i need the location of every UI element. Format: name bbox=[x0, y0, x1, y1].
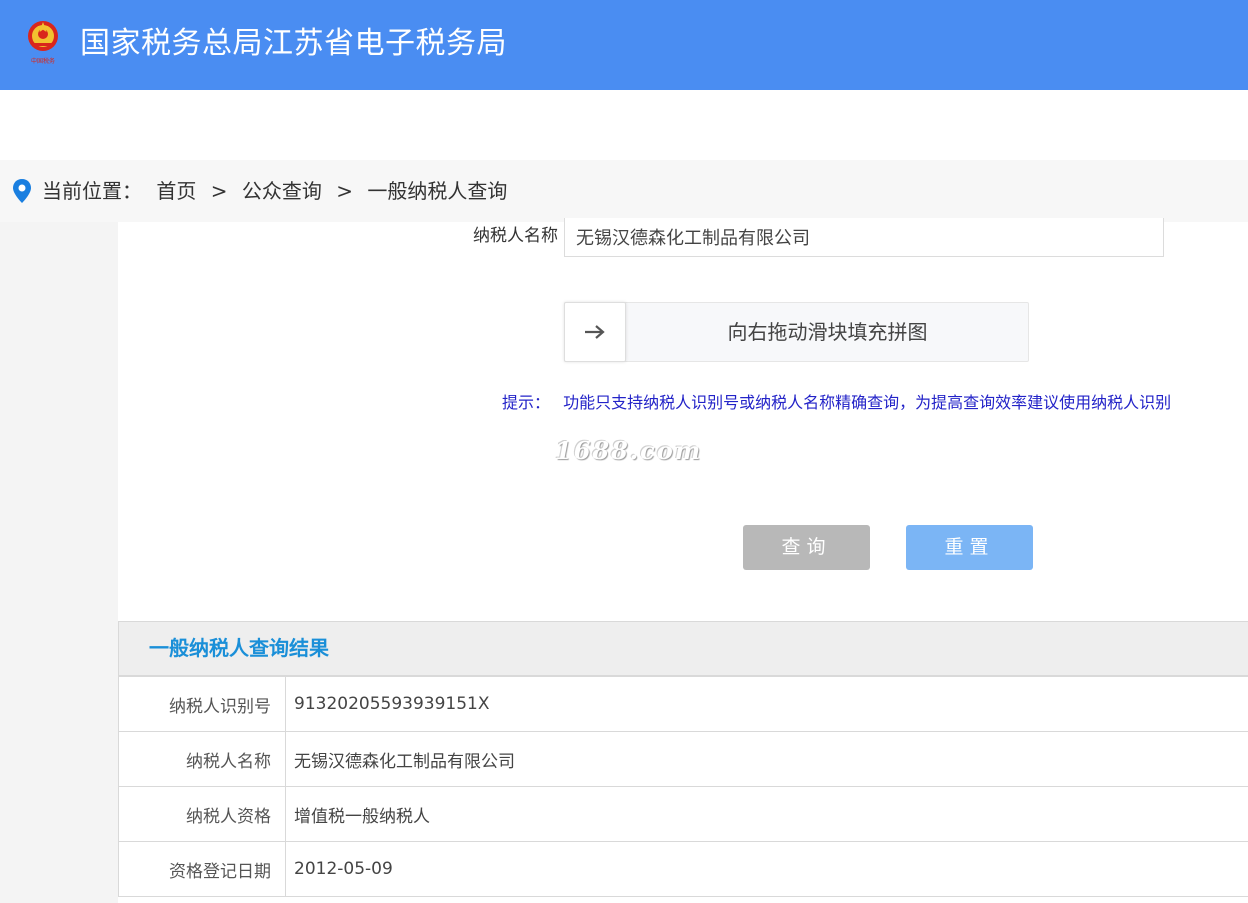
svg-text:中国税务: 中国税务 bbox=[31, 57, 55, 65]
result-title: 一般纳税人查询结果 bbox=[149, 636, 329, 660]
row-value: 91320205593939151X bbox=[285, 676, 1248, 732]
row-value: 2012-05-09 bbox=[285, 841, 1248, 897]
row-label: 资格登记日期 bbox=[118, 841, 286, 897]
query-button[interactable]: 查询 bbox=[743, 525, 870, 570]
arrow-right-icon bbox=[585, 325, 605, 339]
row-label: 纳税人名称 bbox=[118, 731, 286, 787]
location-pin-icon bbox=[13, 179, 31, 203]
table-row: 纳税人识别号 91320205593939151X bbox=[118, 676, 1248, 732]
breadcrumb-separator: > bbox=[210, 179, 228, 203]
captcha-slider-text: 向右拖动滑块填充拼图 bbox=[727, 320, 928, 344]
tip-text: 功能只支持纳税人识别号或纳税人名称精确查询，为提高查询效率建议使用纳税人识别 bbox=[563, 393, 1172, 412]
row-label: 纳税人识别号 bbox=[118, 676, 286, 732]
query-tip: 提示： 功能只支持纳税人识别号或纳税人名称精确查询，为提高查询效率建议使用纳税人… bbox=[502, 390, 1171, 416]
row-label: 纳税人资格 bbox=[118, 786, 286, 842]
tax-emblem-icon[interactable]: 中国税务 bbox=[24, 16, 62, 66]
tip-label: 提示： bbox=[502, 393, 551, 412]
breadcrumb: 当前位置： 首页 > 公众查询 > 一般纳税人查询 bbox=[42, 176, 507, 206]
breadcrumb-label: 当前位置： bbox=[42, 179, 142, 203]
table-row: 纳税人资格 增值税一般纳税人 bbox=[118, 786, 1248, 842]
left-panel bbox=[0, 222, 118, 903]
reset-button[interactable]: 重置 bbox=[906, 525, 1033, 570]
table-row: 资格登记日期 2012-05-09 bbox=[118, 841, 1248, 897]
row-value: 增值税一般纳税人 bbox=[285, 786, 1248, 842]
taxpayer-name-label: 纳税人名称 bbox=[473, 226, 558, 246]
breadcrumb-public-query[interactable]: 公众查询 bbox=[242, 176, 322, 206]
site-title: 国家税务总局江苏省电子税务局 bbox=[80, 26, 507, 61]
table-row: 纳税人名称 无锡汉德森化工制品有限公司 bbox=[118, 731, 1248, 787]
breadcrumb-separator: > bbox=[336, 179, 353, 203]
row-value: 无锡汉德森化工制品有限公司 bbox=[285, 731, 1248, 787]
breadcrumb-current: 一般纳税人查询 bbox=[367, 179, 508, 203]
taxpayer-name-input[interactable] bbox=[564, 218, 1164, 257]
result-table: 纳税人识别号 91320205593939151X 纳税人名称 无锡汉德森化工制… bbox=[118, 676, 1248, 897]
captcha-slider-handle[interactable] bbox=[564, 302, 626, 362]
site-header: 中国税务 国家税务总局江苏省电子税务局 bbox=[0, 0, 1248, 90]
breadcrumb-home[interactable]: 首页 bbox=[156, 176, 196, 206]
watermark: 1688.com bbox=[555, 436, 703, 465]
